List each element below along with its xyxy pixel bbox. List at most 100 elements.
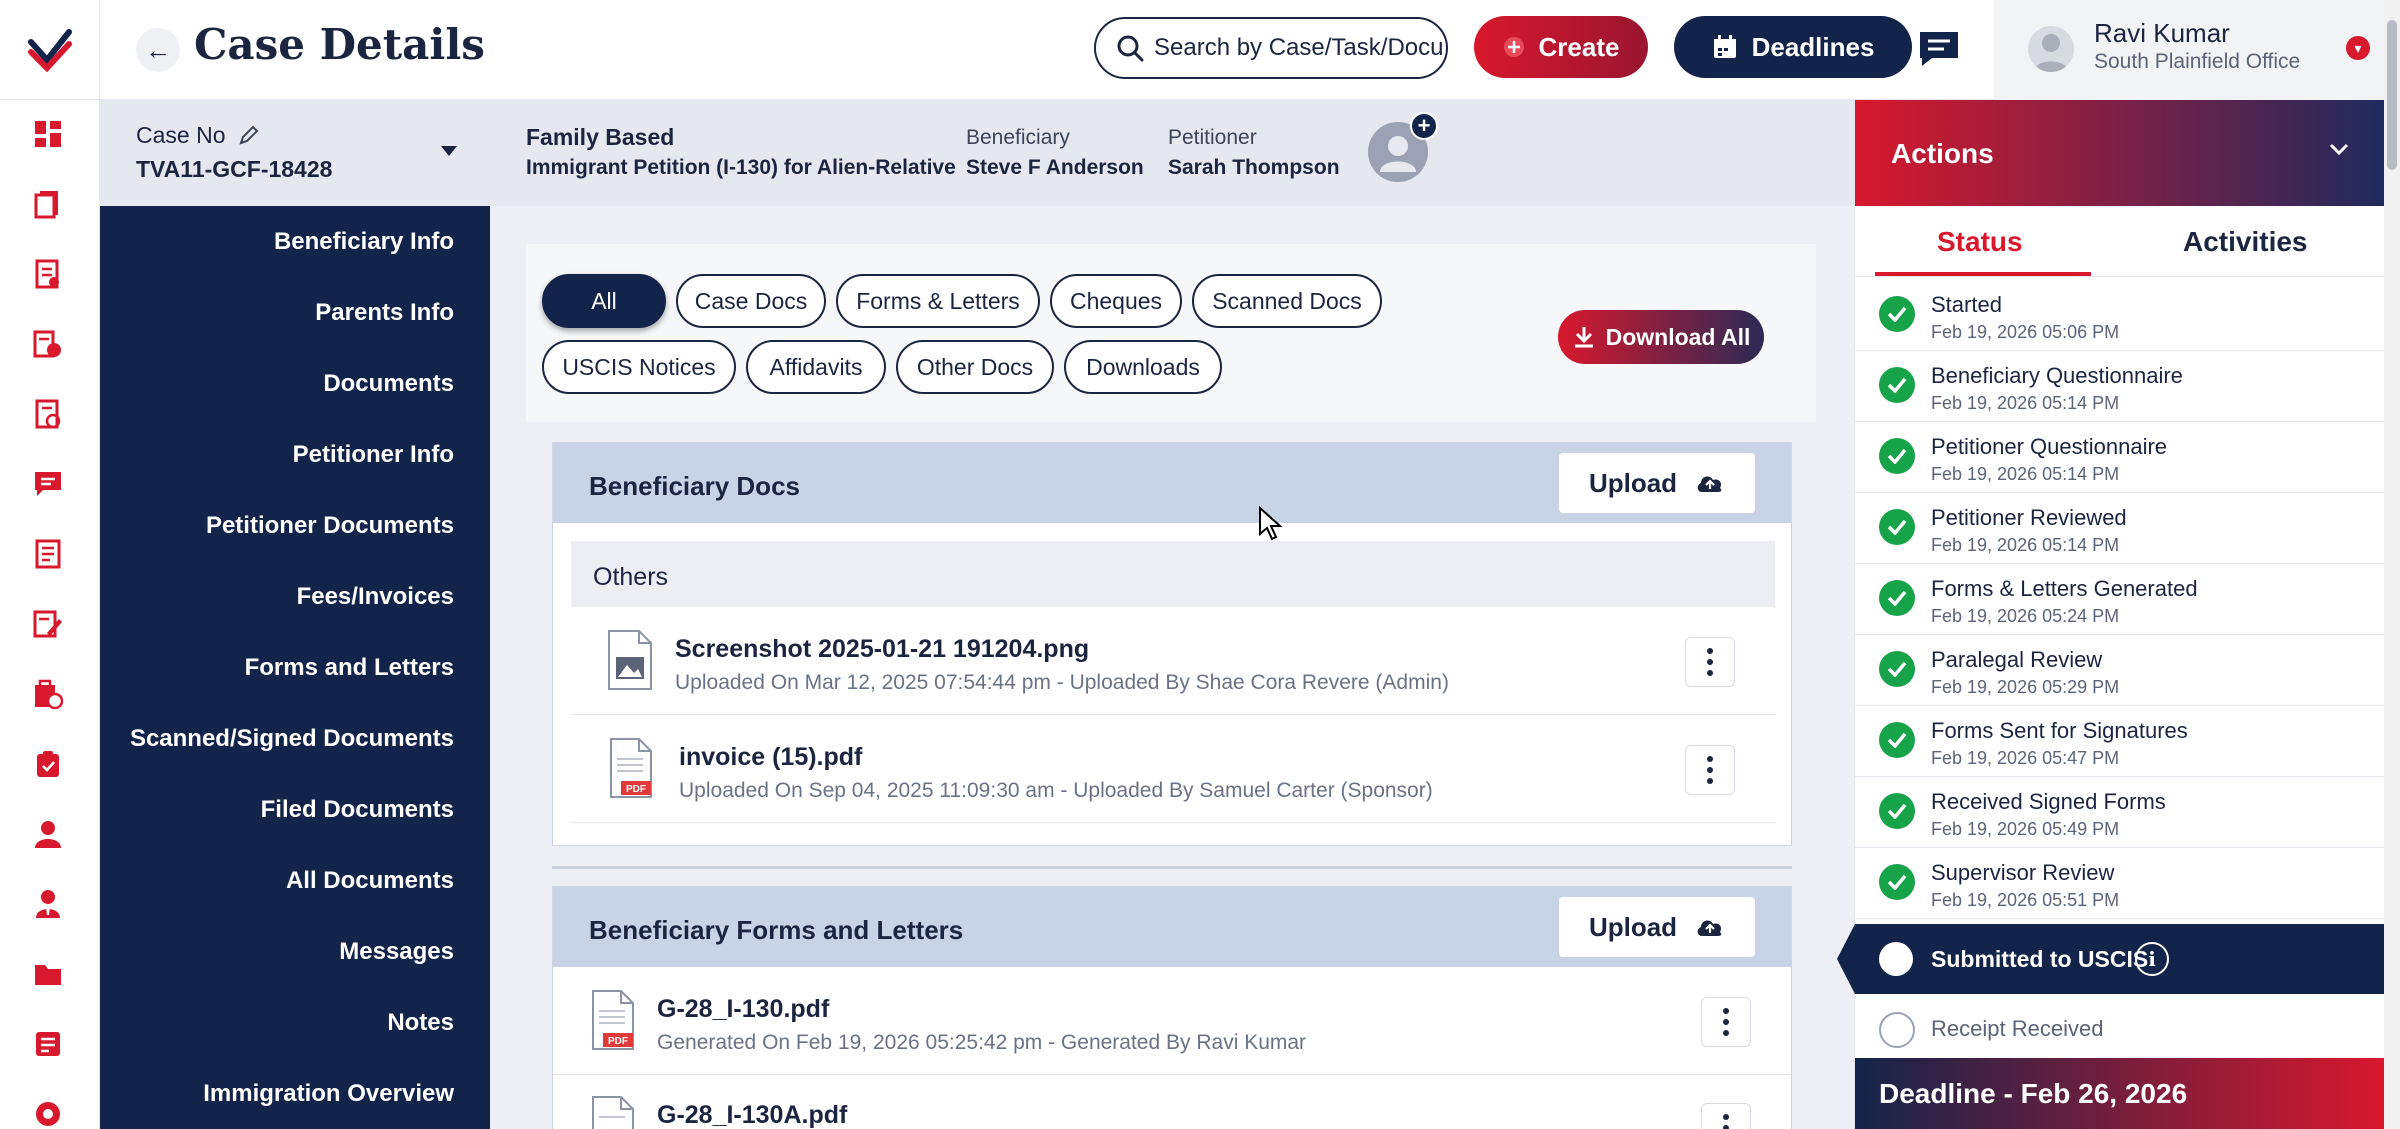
search-icon	[1117, 35, 1144, 62]
subnav-forms-and-letters[interactable]: Forms and Letters	[245, 654, 454, 682]
global-search[interactable]	[1094, 17, 1448, 79]
cases-icon[interactable]	[30, 186, 66, 222]
messages-icon[interactable]	[30, 466, 66, 502]
step-completed[interactable]: Petitioner Questionnaire Feb 19, 2026 05:…	[1855, 422, 2385, 493]
file-row[interactable]: G-28_I-130A.pdf	[553, 1075, 1791, 1129]
more-options-icon[interactable]	[1685, 637, 1735, 687]
dashboard-icon[interactable]	[30, 116, 66, 152]
chat-icon[interactable]	[1914, 26, 1964, 72]
file-name[interactable]: Screenshot 2025-01-21 191204.png	[675, 635, 1089, 664]
step-completed[interactable]: Petitioner Reviewed Feb 19, 2026 05:14 PM	[1855, 493, 2385, 564]
section-header: Beneficiary Forms and Letters Upload	[553, 887, 1791, 967]
subnav-documents[interactable]: Documents	[323, 370, 454, 398]
subnav-notes[interactable]: Notes	[387, 1009, 454, 1037]
page-scrollbar[interactable]	[2384, 0, 2400, 1129]
forms-icon[interactable]	[30, 256, 66, 292]
chevron-down-icon[interactable]	[2329, 142, 2349, 161]
deadlines-button[interactable]: Deadlines	[1674, 16, 1912, 78]
user-icon[interactable]	[30, 816, 66, 852]
download-all-button[interactable]: Download All	[1558, 310, 1764, 364]
add-contact-plus-icon[interactable]: +	[1410, 112, 1438, 140]
folder-icon[interactable]	[30, 956, 66, 992]
caret-down-icon[interactable]	[440, 144, 458, 162]
file-row[interactable]: PDF G-28_I-130.pdf Generated On Feb 19, …	[553, 969, 1791, 1075]
step-completed[interactable]: Forms & Letters Generated Feb 19, 2026 05…	[1855, 564, 2385, 635]
subnav-immigration-overview[interactable]: Immigration Overview	[203, 1080, 454, 1108]
edit-list-icon[interactable]	[30, 606, 66, 642]
step-completed[interactable]: Started Feb 19, 2026 05:06 PM	[1855, 280, 2385, 351]
step-completed[interactable]: Paralegal Review Feb 19, 2026 05:29 PM	[1855, 635, 2385, 706]
svg-text:PDF: PDF	[608, 1036, 628, 1047]
payments-icon[interactable]	[30, 676, 66, 712]
subnav-scanned-signed-documents[interactable]: Scanned/Signed Documents	[130, 725, 454, 753]
documents-check-icon[interactable]	[30, 396, 66, 432]
subnav-messages[interactable]: Messages	[339, 938, 454, 966]
user-office: South Plainfield Office	[2094, 50, 2301, 73]
filter-all[interactable]: All	[542, 274, 666, 328]
filter-case-docs[interactable]: Case Docs	[676, 274, 826, 328]
file-name[interactable]: G-28_I-130A.pdf	[657, 1101, 847, 1129]
case-selector[interactable]: Case No TVA11-GCF-18428	[100, 100, 490, 206]
filter-forms-letters[interactable]: Forms & Letters	[836, 274, 1040, 328]
step-completed[interactable]: Received Signed Forms Feb 19, 2026 05:49 …	[1855, 777, 2385, 848]
icon-rail	[0, 100, 100, 1129]
subnav-beneficiary-info[interactable]: Beneficiary Info	[274, 228, 454, 256]
more-options-icon[interactable]	[1701, 1103, 1751, 1129]
more-options-icon[interactable]	[1685, 745, 1735, 795]
step-completed[interactable]: Beneficiary Questionnaire Feb 19, 2026 05…	[1855, 351, 2385, 422]
more-options-icon[interactable]	[1701, 997, 1751, 1047]
chevron-down-icon[interactable]: ▾	[2346, 36, 2370, 60]
clipboard-icon[interactable]	[30, 746, 66, 782]
user-tie-icon[interactable]	[30, 886, 66, 922]
upload-label: Upload	[1588, 911, 1678, 942]
file-name[interactable]: G-28_I-130.pdf	[657, 995, 829, 1024]
actions-title: Actions	[1891, 138, 1994, 169]
scrollbar-thumb[interactable]	[2387, 20, 2397, 170]
notes-icon[interactable]	[30, 536, 66, 572]
section-header: Beneficiary Docs Upload	[553, 443, 1791, 523]
step-title: Receipt Received	[1931, 1016, 2104, 1041]
app-logo[interactable]	[0, 0, 100, 100]
settings-icon[interactable]	[30, 1096, 66, 1129]
file-row[interactable]: PDF invoice (15).pdf Uploaded On Sep 04,…	[571, 717, 1775, 823]
subnav-filed-documents[interactable]: Filed Documents	[261, 796, 454, 824]
cloud-upload-icon	[1697, 920, 1722, 936]
reports-icon[interactable]	[30, 1026, 66, 1062]
tab-activities[interactable]: Activities	[2183, 226, 2308, 258]
back-arrow-icon[interactable]: ←	[136, 28, 180, 72]
file-name[interactable]: invoice (15).pdf	[679, 743, 862, 772]
step-date: Feb 19, 2026 05:14 PM	[1931, 393, 2120, 413]
filter-scanned-docs[interactable]: Scanned Docs	[1192, 274, 1382, 328]
subnav-petitioner-documents[interactable]: Petitioner Documents	[206, 512, 454, 540]
info-icon[interactable]: i	[2135, 942, 2169, 976]
filter-uscis-notices[interactable]: USCIS Notices	[542, 340, 736, 394]
tab-status[interactable]: Status	[1937, 226, 2023, 258]
pencil-icon[interactable]	[238, 124, 260, 146]
step-title: Petitioner Reviewed	[1931, 505, 2127, 530]
actions-header[interactable]: Actions	[1855, 100, 2385, 206]
create-button[interactable]: Create	[1474, 16, 1648, 78]
step-pending[interactable]: Receipt Received	[1855, 994, 2385, 1065]
subnav-fees-invoices[interactable]: Fees/Invoices	[297, 583, 454, 611]
filter-cheques[interactable]: Cheques	[1050, 274, 1182, 328]
filter-other-docs[interactable]: Other Docs	[896, 340, 1054, 394]
page-title: Case Details	[194, 20, 485, 69]
file-row[interactable]: Screenshot 2025-01-21 191204.png Uploade…	[571, 609, 1775, 715]
step-completed[interactable]: Forms Sent for Signatures Feb 19, 2026 05…	[1855, 706, 2385, 777]
step-date: Feb 19, 2026 05:06 PM	[1931, 322, 2120, 342]
search-input[interactable]	[1154, 34, 1444, 62]
subnav-all-documents[interactable]: All Documents	[286, 867, 454, 895]
subnav-petitioner-info[interactable]: Petitioner Info	[293, 441, 454, 469]
upload-button[interactable]: Upload	[1559, 453, 1755, 513]
step-completed[interactable]: Supervisor Review Feb 19, 2026 05:51 PM	[1855, 848, 2385, 919]
filter-downloads[interactable]: Downloads	[1064, 340, 1222, 394]
case-summary: Family Based Immigrant Petition (I-130) …	[490, 100, 1854, 206]
active-tab-indicator	[1875, 272, 2091, 276]
invoices-icon[interactable]	[30, 326, 66, 362]
documents-main: All Case Docs Forms & Letters Cheques Sc…	[490, 206, 1854, 1129]
filter-affidavits[interactable]: Affidavits	[746, 340, 886, 394]
subnav-parents-info[interactable]: Parents Info	[315, 299, 454, 327]
user-menu[interactable]: Ravi Kumar South Plainfield Office ▾	[1994, 0, 2400, 100]
step-current[interactable]: Submitted to USCIS i	[1837, 924, 2385, 994]
upload-button[interactable]: Upload	[1559, 897, 1755, 957]
